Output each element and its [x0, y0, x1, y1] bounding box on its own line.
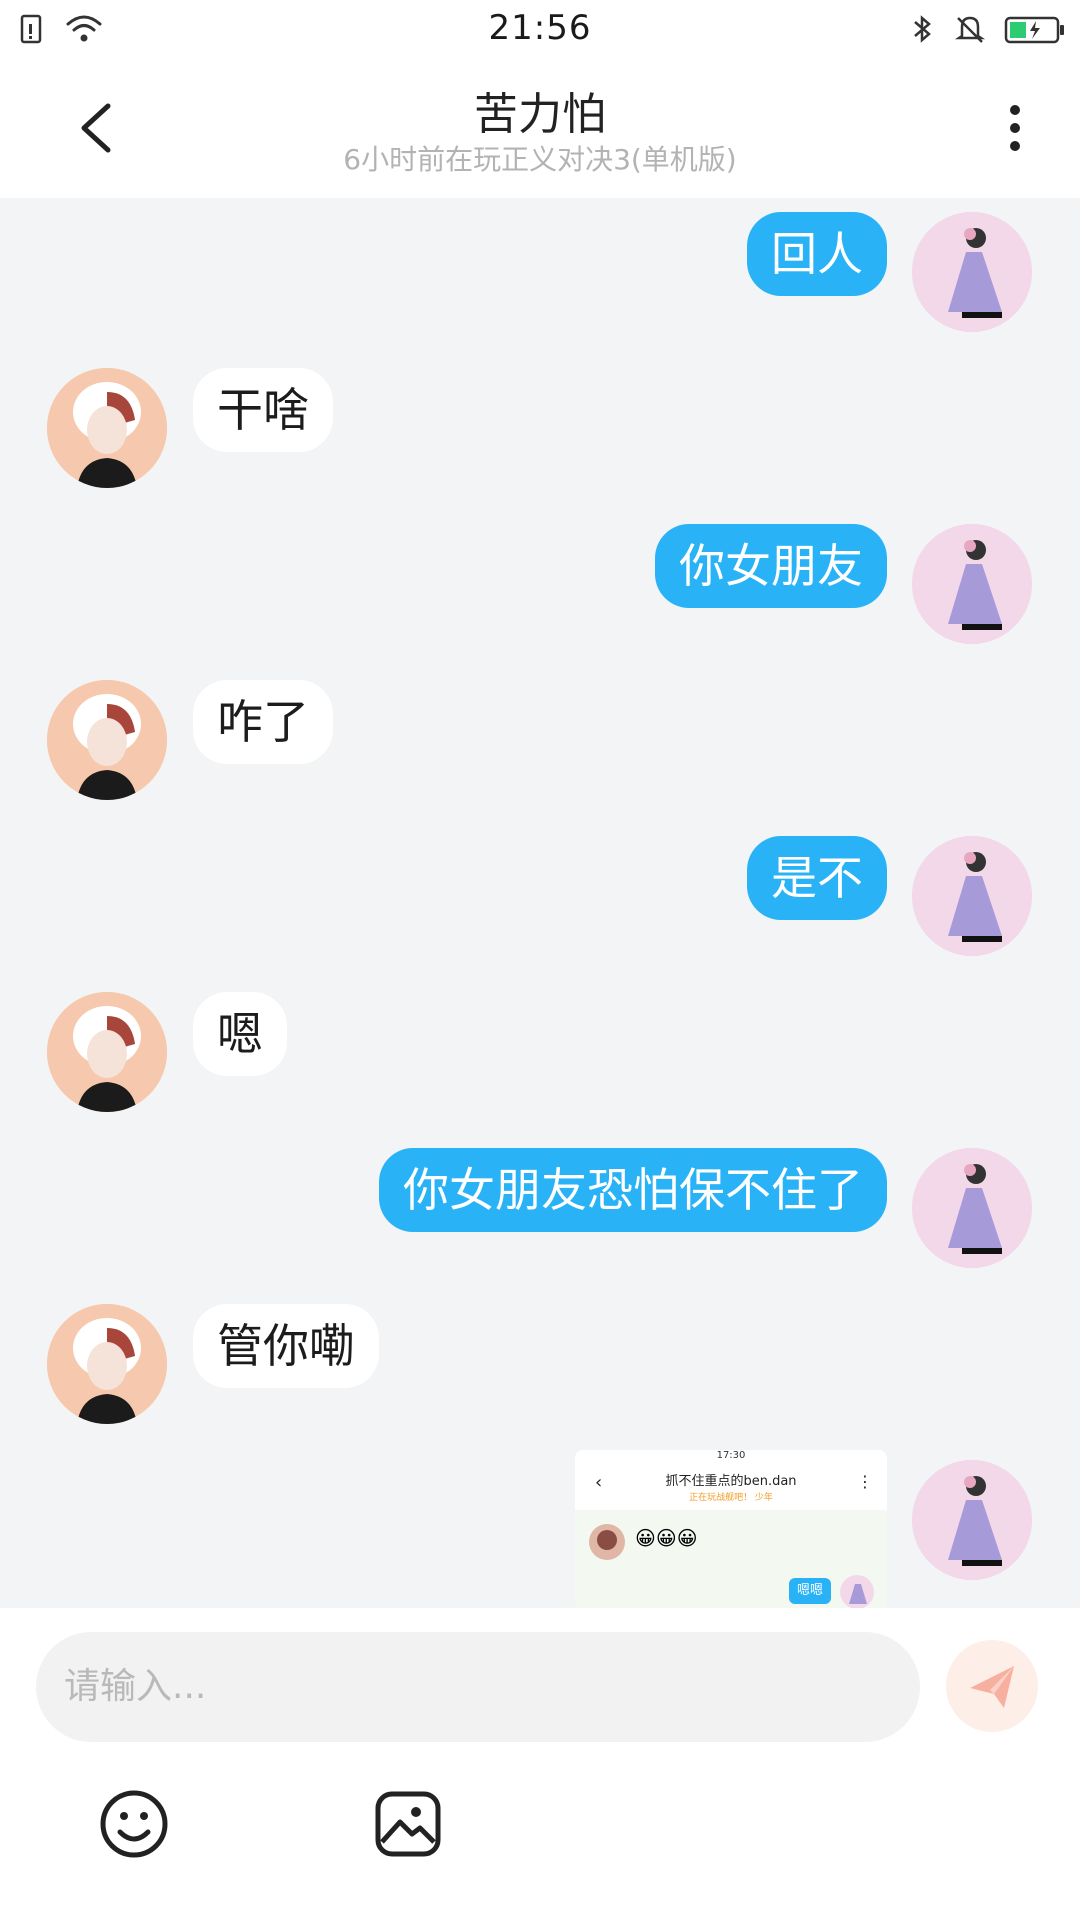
message-bubble-incoming[interactable]: 管你嘞: [193, 1304, 379, 1388]
screenshot-more-icon: ⋮: [857, 1472, 873, 1491]
image-button[interactable]: [372, 1788, 444, 1860]
screenshot-bubble: 嗯嗯: [788, 1578, 831, 1604]
message-bubble-outgoing[interactable]: 回人: [747, 212, 887, 296]
avatar-girl-image: [912, 836, 1032, 956]
chat-messages-area[interactable]: 回人 干啥 你女朋友 咋了 是不 嗯 你女朋友恐怕保不住了 管你嘞 17:30 …: [0, 198, 1080, 1608]
avatar[interactable]: [47, 1304, 167, 1424]
message-row: 回人: [0, 212, 1080, 342]
battery-icon: [1004, 16, 1064, 44]
smiley-icon: [100, 1790, 168, 1858]
bluetooth-icon: [914, 15, 931, 43]
message-bubble-incoming[interactable]: 干啥: [193, 368, 333, 452]
avatar[interactable]: [912, 836, 1032, 956]
message-row: 管你嘞: [0, 1304, 1080, 1434]
bell-muted-icon: [954, 16, 986, 43]
message-row: 是不: [0, 836, 1080, 966]
avatar[interactable]: [47, 680, 167, 800]
message-row: 你女朋友: [0, 524, 1080, 654]
avatar[interactable]: [912, 212, 1032, 332]
paper-plane-icon: [970, 1666, 1014, 1708]
image-message-screenshot[interactable]: 17:30 ‹ 抓不住重点的ben.dan 正在玩战舰吧！ 少年 ⋮ 😀😀😀 嗯…: [575, 1450, 887, 1608]
chat-title: 苦力怕: [474, 89, 606, 140]
status-right: [910, 12, 1066, 46]
message-row: 干啥: [0, 368, 1080, 498]
screenshot-avatar-image: [589, 1524, 625, 1560]
avatar-boy-image: [47, 680, 167, 800]
avatar-girl-image: [912, 524, 1032, 644]
message-input[interactable]: 请输入...: [36, 1632, 920, 1742]
avatar[interactable]: [47, 992, 167, 1112]
emoji-button[interactable]: [98, 1788, 170, 1860]
send-button[interactable]: [946, 1640, 1038, 1732]
avatar[interactable]: [912, 1148, 1032, 1268]
avatar-boy-image: [47, 1304, 167, 1424]
more-options-button[interactable]: [1000, 96, 1030, 160]
avatar-boy-image: [47, 368, 167, 488]
message-row: 咋了: [0, 680, 1080, 810]
screenshot-emoji-message: 😀😀😀: [635, 1526, 698, 1550]
avatar-girl-image: [912, 212, 1032, 332]
avatar-boy-image: [47, 992, 167, 1112]
screenshot-header: ‹ 抓不住重点的ben.dan 正在玩战舰吧！ 少年 ⋮: [575, 1464, 887, 1510]
screenshot-status-bar: 17:30: [575, 1450, 887, 1464]
message-row: 嗯: [0, 992, 1080, 1122]
message-bubble-outgoing[interactable]: 你女朋友: [655, 524, 887, 608]
message-bubble-incoming[interactable]: 嗯: [193, 992, 287, 1076]
screenshot-subtitle: 正在玩战舰吧！ 少年: [689, 1493, 773, 1503]
chat-subtitle: 6小时前在玩正义对决3(单机版): [343, 143, 737, 176]
avatar[interactable]: [47, 368, 167, 488]
message-row: [0, 1460, 1080, 1608]
more-vertical-icon: [1010, 105, 1020, 151]
message-bubble-incoming[interactable]: 咋了: [193, 680, 333, 764]
message-input-bar: 请输入...: [0, 1608, 1080, 1920]
screenshot-time: 17:30: [716, 1450, 746, 1461]
screenshot-avatar-image: [840, 1575, 874, 1608]
avatar-girl-image: [912, 1460, 1032, 1580]
status-bar: 21:56: [0, 0, 1080, 60]
message-row: 你女朋友恐怕保不住了: [0, 1148, 1080, 1278]
avatar[interactable]: [912, 524, 1032, 644]
avatar[interactable]: [912, 1460, 1032, 1580]
message-bubble-outgoing[interactable]: 你女朋友恐怕保不住了: [379, 1148, 887, 1232]
avatar-girl-image: [912, 1148, 1032, 1268]
message-bubble-outgoing[interactable]: 是不: [747, 836, 887, 920]
screenshot-title: 抓不住重点的ben.dan: [665, 1474, 797, 1489]
image-icon: [375, 1791, 441, 1857]
chat-header: 苦力怕 6小时前在玩正义对决3(单机版): [0, 60, 1080, 198]
